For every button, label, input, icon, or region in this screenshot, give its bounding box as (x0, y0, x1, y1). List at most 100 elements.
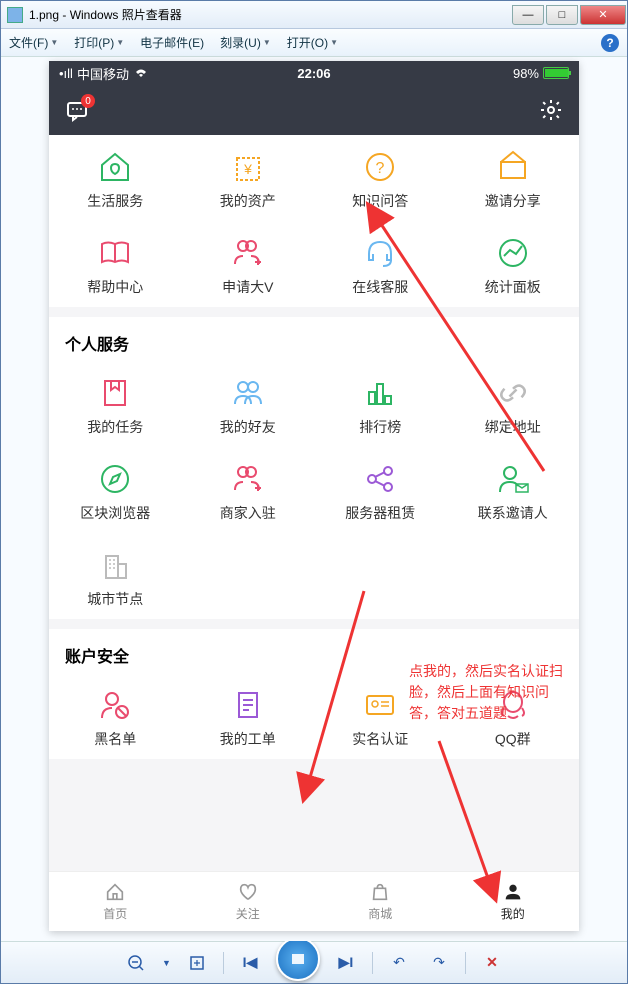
grid-label: 服务器租赁 (345, 503, 415, 523)
grid-label: QQ群 (495, 729, 531, 749)
signal-icon: •ıll (59, 66, 73, 81)
minimize-button[interactable]: — (512, 5, 544, 25)
rotate-cw-button[interactable]: ↷ (425, 949, 453, 977)
phone-content[interactable]: 生活服务 ¥ 我的资产 ? 知识问答 邀请分享 帮助中心 申请大V 在线客服 统计面… (49, 135, 579, 871)
grid-label: 我的任务 (87, 417, 143, 437)
battery-pct: 98% (513, 66, 539, 81)
bookmark-icon (97, 375, 133, 411)
grid-server-rent[interactable]: 服务器租赁 (314, 447, 447, 533)
question-icon: ? (362, 149, 398, 185)
link-icon (495, 375, 531, 411)
tabbar: 首页 关注 商城 我的 (49, 871, 579, 931)
phone-statusbar: •ıll 中国移动 22:06 98% (49, 61, 579, 85)
grid-label: 生活服务 (87, 191, 143, 211)
tab-label: 商城 (368, 905, 392, 922)
svg-text:¥: ¥ (243, 161, 252, 177)
home-icon (104, 881, 126, 903)
rotate-ccw-button[interactable]: ↶ (385, 949, 413, 977)
grid-my-friends[interactable]: 我的好友 (182, 361, 315, 447)
grid-my-assets[interactable]: ¥ 我的资产 (182, 135, 315, 221)
grid-label: 统计面板 (485, 277, 541, 297)
slideshow-button[interactable] (276, 937, 320, 981)
chart-icon (495, 235, 531, 271)
tab-follow[interactable]: 关注 (182, 872, 315, 931)
grid-apply-v[interactable]: 申请大V (182, 221, 315, 307)
grid-label: 区块浏览器 (80, 503, 150, 523)
grid-my-tasks[interactable]: 我的任务 (49, 361, 182, 447)
grid-label: 我的好友 (220, 417, 276, 437)
wifi-icon (133, 67, 149, 79)
menu-burn[interactable]: 刻录(U)▼ (220, 34, 271, 51)
grid-contact-inviter[interactable]: 联系邀请人 (447, 447, 580, 533)
viewer-controls: ▼ I◀ ▶I ↶ ↷ ✕ (1, 941, 627, 983)
fit-button[interactable] (183, 949, 211, 977)
grid-merchant[interactable]: 商家入驻 (182, 447, 315, 533)
separator (223, 952, 224, 974)
app-icon (7, 7, 23, 23)
grid-label: 帮助中心 (87, 277, 143, 297)
grid-label: 绑定地址 (485, 417, 541, 437)
grid-label: 知识问答 (352, 191, 408, 211)
grid-city-node[interactable]: 城市节点 (49, 533, 182, 619)
grid-label: 排行榜 (359, 417, 401, 437)
envelope-icon (495, 149, 531, 185)
grid-ticket[interactable]: 我的工单 (182, 673, 315, 759)
tab-mall[interactable]: 商城 (314, 872, 447, 931)
zoom-out-button[interactable] (122, 949, 150, 977)
close-button[interactable]: ✕ (580, 5, 626, 25)
top-grid-section: 生活服务 ¥ 我的资产 ? 知识问答 邀请分享 帮助中心 申请大V 在线客服 统计面… (49, 135, 579, 307)
section-title: 个人服务 (49, 317, 579, 361)
maximize-button[interactable]: □ (546, 5, 578, 25)
money-icon: ¥ (230, 149, 266, 185)
building-icon (97, 547, 133, 583)
grid-ranking[interactable]: 排行榜 (314, 361, 447, 447)
window-buttons: — □ ✕ (511, 5, 627, 25)
next-button[interactable]: ▶I (332, 949, 360, 977)
prev-button[interactable]: I◀ (236, 949, 264, 977)
image-viewport: •ıll 中国移动 22:06 98% 0 (1, 57, 627, 941)
user-plus-icon (230, 235, 266, 271)
help-button[interactable]: ? (601, 34, 619, 52)
tab-mine[interactable]: 我的 (447, 872, 580, 931)
grid-label: 黑名单 (94, 729, 136, 749)
compass-icon (97, 461, 133, 497)
heart-icon (237, 881, 259, 903)
menu-email[interactable]: 电子邮件(E) (140, 34, 204, 51)
grid-invite-share[interactable]: 邀请分享 (447, 135, 580, 221)
id-card-icon (362, 687, 398, 723)
svg-text:?: ? (376, 160, 385, 177)
grid-label: 在线客服 (352, 277, 408, 297)
tab-home[interactable]: 首页 (49, 872, 182, 931)
app-header: 0 (49, 85, 579, 135)
grid-bind-address[interactable]: 绑定地址 (447, 361, 580, 447)
tab-label: 关注 (236, 905, 260, 922)
grid-help-center[interactable]: 帮助中心 (49, 221, 182, 307)
menu-open[interactable]: 打开(O)▼ (287, 34, 338, 51)
grid-label: 我的资产 (220, 191, 276, 211)
grid-online-service[interactable]: 在线客服 (314, 221, 447, 307)
carrier-name: 中国移动 (77, 64, 129, 83)
separator (465, 952, 466, 974)
personal-section: 个人服务 我的任务 我的好友 排行榜 绑定地址 区块浏览器 商家入驻 服务器租赁… (49, 317, 579, 619)
share-icon (362, 461, 398, 497)
grid-blacklist[interactable]: 黑名单 (49, 673, 182, 759)
grid-life-service[interactable]: 生活服务 (49, 135, 182, 221)
delete-button[interactable]: ✕ (478, 949, 506, 977)
grid-label: 邀请分享 (485, 191, 541, 211)
message-button[interactable]: 0 (65, 98, 89, 122)
headset-icon (362, 235, 398, 271)
bag-icon (369, 881, 391, 903)
grid-qa[interactable]: ? 知识问答 (314, 135, 447, 221)
grid-label: 申请大V (222, 277, 273, 297)
user-add-icon (230, 461, 266, 497)
menu-file[interactable]: 文件(F)▼ (9, 34, 58, 51)
book-icon (97, 235, 133, 271)
menubar: 文件(F)▼ 打印(P)▼ 电子邮件(E) 刻录(U)▼ 打开(O)▼ ? (1, 29, 627, 57)
settings-button[interactable] (539, 98, 563, 122)
grid-label: 实名认证 (352, 729, 408, 749)
status-time: 22:06 (297, 66, 330, 81)
zoom-menu-arrow[interactable]: ▼ (162, 958, 171, 968)
grid-stats[interactable]: 统计面板 (447, 221, 580, 307)
grid-block-explorer[interactable]: 区块浏览器 (49, 447, 182, 533)
menu-print[interactable]: 打印(P)▼ (74, 34, 124, 51)
